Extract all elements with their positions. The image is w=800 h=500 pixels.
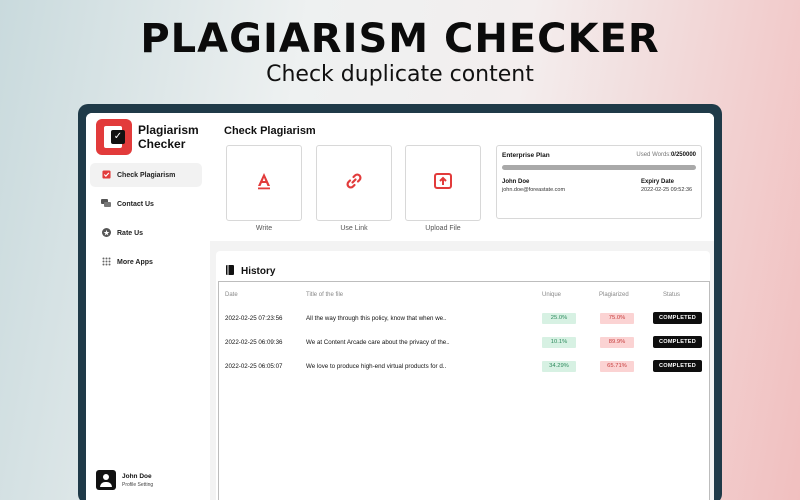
plan-card: Enterprise Plan Used Words:0/250000 John…	[496, 145, 702, 219]
app-window: ✓ Plagiarism Checker Check Plagiarism Co…	[86, 113, 714, 500]
device-frame: ✓ Plagiarism Checker Check Plagiarism Co…	[78, 104, 722, 500]
profile-name: John Doe	[122, 472, 152, 480]
sidebar-item-check-plagiarism[interactable]: Check Plagiarism	[90, 163, 202, 187]
column-header-plagiarized: Plagiarized	[599, 292, 629, 298]
write-icon	[256, 172, 272, 195]
sidebar-item-contact-us[interactable]: Contact Us	[90, 192, 202, 216]
status-badge: COMPLETED	[653, 336, 702, 348]
avatar	[96, 470, 116, 490]
expiry-date: 2022-02-25 09:52:36	[641, 187, 693, 193]
app-logo-icon: ✓	[96, 119, 132, 155]
expiry-label: Expiry Date	[641, 179, 675, 185]
row-title: All the way through this policy, know th…	[306, 315, 447, 322]
check-panel: Check Plagiarism Write Use Link Upload F…	[210, 113, 714, 241]
plagiarized-badge: 89.9%	[600, 337, 634, 348]
write-label: Write	[255, 225, 273, 232]
svg-text:★: ★	[102, 229, 109, 236]
check-square-icon	[100, 169, 112, 181]
page-title: Check Plagiarism	[224, 125, 316, 137]
unique-badge: 34.29%	[542, 361, 576, 372]
table-row[interactable]: 2022-02-25 06:05:07 We love to produce h…	[219, 360, 709, 374]
book-icon	[226, 262, 234, 280]
history-table: Date Title of the file Unique Plagiarize…	[218, 281, 710, 500]
sidebar-item-label: Contact Us	[117, 200, 154, 208]
chat-icon	[100, 198, 112, 210]
history-title: History	[241, 265, 276, 277]
upload-icon	[434, 172, 452, 194]
app-name: Plagiarism Checker	[138, 123, 199, 151]
column-header-unique: Unique	[542, 292, 562, 298]
hero-subtitle: Check duplicate content	[266, 62, 534, 87]
plan-user-email: john.doe@foreastate.com	[502, 187, 566, 193]
sidebar-item-label: Rate Us	[117, 229, 144, 237]
star-icon: ★	[100, 227, 112, 239]
row-date: 2022-02-25 06:09:36	[225, 339, 283, 346]
plan-user-name: John Doe	[502, 179, 530, 185]
usage-progress-bar	[502, 165, 696, 170]
profile-setting[interactable]: John Doe Profile Setting	[96, 470, 153, 490]
history-header: History	[226, 262, 275, 280]
sidebar-item-more-apps[interactable]: More Apps	[90, 250, 202, 274]
sidebar-item-label: More Apps	[117, 258, 153, 266]
hero-title: PLAGIARISM CHECKER	[140, 16, 660, 62]
status-badge: COMPLETED	[653, 360, 702, 372]
row-title: We love to produce high-end virtual prod…	[306, 363, 447, 370]
use-link-button[interactable]	[316, 145, 392, 221]
sidebar-item-rate-us[interactable]: ★ Rate Us	[90, 221, 202, 245]
used-words: Used Words:0/250000	[636, 152, 696, 158]
column-header-title: Title of the file	[306, 292, 344, 298]
upload-file-button[interactable]	[405, 145, 481, 221]
row-date: 2022-02-25 07:23:56	[225, 315, 283, 322]
sidebar: ✓ Plagiarism Checker Check Plagiarism Co…	[86, 113, 210, 500]
plagiarized-badge: 75.0%	[600, 313, 634, 324]
status-badge: COMPLETED	[653, 312, 702, 324]
table-row[interactable]: 2022-02-25 06:09:36 We at Content Arcade…	[219, 336, 709, 350]
column-header-date: Date	[225, 292, 238, 298]
brand: ✓ Plagiarism Checker	[96, 119, 202, 155]
link-icon	[345, 172, 363, 195]
plagiarized-badge: 65.71%	[600, 361, 634, 372]
row-date: 2022-02-25 06:05:07	[225, 363, 283, 370]
grid-icon	[100, 257, 112, 268]
plan-name: Enterprise Plan	[502, 152, 550, 159]
profile-subtitle: Profile Setting	[122, 481, 154, 488]
column-header-status: Status	[663, 292, 681, 298]
use-link-label: Use Link	[340, 225, 368, 232]
history-panel: History Date Title of the file Unique Pl…	[216, 251, 710, 500]
sidebar-nav: Check Plagiarism Contact Us ★ Rate Us Mo…	[90, 163, 202, 279]
unique-badge: 25.0%	[542, 313, 576, 324]
sidebar-item-label: Check Plagiarism	[117, 171, 176, 179]
unique-badge: 10.1%	[542, 337, 576, 348]
write-button[interactable]	[226, 145, 302, 221]
row-title: We at Content Arcade care about the priv…	[306, 339, 450, 346]
table-row[interactable]: 2022-02-25 07:23:56 All the way through …	[219, 312, 709, 326]
main-content: Check Plagiarism Write Use Link Upload F…	[210, 113, 714, 500]
upload-file-label: Upload File	[425, 225, 461, 232]
